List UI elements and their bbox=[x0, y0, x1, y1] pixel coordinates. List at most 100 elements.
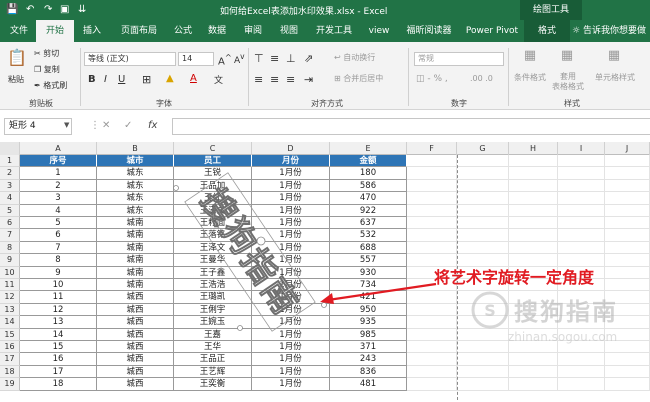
row-header[interactable]: 19 bbox=[0, 378, 20, 391]
font-size-select[interactable]: 14 bbox=[178, 52, 214, 66]
table-cell[interactable]: 1月份 bbox=[252, 167, 330, 180]
table-cell[interactable]: 557 bbox=[330, 254, 407, 267]
table-cell[interactable]: 9 bbox=[20, 266, 97, 279]
row-header[interactable]: 2 bbox=[0, 167, 20, 180]
align-bottom-icon[interactable]: ⊥ bbox=[286, 52, 296, 65]
cell[interactable] bbox=[558, 378, 605, 391]
table-cell[interactable]: 1月份 bbox=[252, 241, 330, 255]
column-header-c[interactable]: C bbox=[174, 142, 252, 155]
table-cell[interactable]: 14 bbox=[20, 328, 97, 341]
column-header-a[interactable]: A bbox=[20, 142, 97, 155]
formula-input[interactable] bbox=[172, 118, 650, 135]
table-cell[interactable]: 王泽文 bbox=[174, 204, 252, 217]
bold-button[interactable]: B bbox=[88, 74, 96, 85]
font-name-select[interactable]: 等线 (正文) bbox=[84, 52, 176, 66]
column-header-e[interactable]: E bbox=[330, 142, 407, 155]
cell[interactable] bbox=[457, 167, 509, 180]
row-header[interactable]: 8 bbox=[0, 241, 20, 255]
cell[interactable] bbox=[605, 204, 650, 217]
table-cell[interactable]: 城南 bbox=[97, 254, 174, 267]
table-cell[interactable]: 城西 bbox=[97, 353, 174, 366]
align-middle-icon[interactable]: ≡ bbox=[270, 52, 279, 65]
table-cell[interactable]: 688 bbox=[330, 241, 407, 255]
row-header[interactable]: 17 bbox=[0, 353, 20, 366]
table-cell[interactable]: 15 bbox=[20, 341, 97, 354]
tell-me-search[interactable]: ☼ 告诉我你想要做什 bbox=[572, 20, 650, 58]
cell[interactable] bbox=[457, 192, 509, 205]
wrap-text-button[interactable]: ↩ 自动换行 bbox=[334, 52, 375, 63]
phonetic-icon[interactable]: 文 bbox=[214, 73, 223, 86]
table-cell[interactable]: 6 bbox=[20, 229, 97, 242]
decimal-icons[interactable]: .00 .0 bbox=[470, 74, 493, 83]
table-cell[interactable]: 2 bbox=[20, 179, 97, 193]
number-format-select[interactable]: 常规 bbox=[414, 52, 504, 66]
table-cell[interactable]: 637 bbox=[330, 217, 407, 230]
table-cell[interactable]: 1 bbox=[20, 167, 97, 180]
table-cell[interactable]: 1月份 bbox=[252, 328, 330, 341]
merge-center-button[interactable]: ⊞ 合并后居中 bbox=[334, 73, 383, 84]
table-format-icon[interactable]: ▦ bbox=[554, 48, 580, 63]
table-cell[interactable]: 470 bbox=[330, 192, 407, 205]
underline-button[interactable]: U bbox=[118, 74, 125, 85]
table-cell[interactable]: 城南 bbox=[97, 229, 174, 242]
table-cell[interactable]: 城西 bbox=[97, 303, 174, 317]
row-header[interactable]: 7 bbox=[0, 229, 20, 242]
table-cell[interactable]: 3 bbox=[20, 192, 97, 205]
column-header-d[interactable]: D bbox=[252, 142, 330, 155]
tab-review[interactable]: 审阅 bbox=[238, 20, 268, 42]
table-cell[interactable]: 1月份 bbox=[252, 229, 330, 242]
cell[interactable] bbox=[605, 155, 650, 168]
cell[interactable] bbox=[407, 204, 457, 217]
row-header[interactable]: 14 bbox=[0, 316, 20, 329]
row-header[interactable]: 5 bbox=[0, 204, 20, 217]
table-header-cell[interactable]: 序号 bbox=[20, 155, 97, 168]
cell[interactable] bbox=[558, 204, 605, 217]
cell[interactable] bbox=[509, 241, 558, 255]
paste-icon[interactable]: 📋 bbox=[6, 48, 28, 67]
cell[interactable] bbox=[605, 192, 650, 205]
table-cell[interactable]: 8 bbox=[20, 254, 97, 267]
conditional-format-label[interactable]: 条件格式 bbox=[510, 72, 550, 83]
cell[interactable] bbox=[509, 217, 558, 230]
row-header[interactable]: 9 bbox=[0, 254, 20, 267]
cell[interactable] bbox=[407, 192, 457, 205]
tab-formulas[interactable]: 公式 bbox=[168, 20, 198, 42]
cell[interactable] bbox=[558, 192, 605, 205]
cell[interactable] bbox=[509, 365, 558, 379]
table-cell[interactable]: 1月份 bbox=[252, 204, 330, 217]
tab-insert[interactable]: 插入 bbox=[76, 20, 108, 42]
copy-button[interactable]: ❐ 复制 bbox=[34, 64, 60, 75]
save-icon[interactable]: 💾 bbox=[6, 3, 18, 17]
cell[interactable] bbox=[407, 365, 457, 379]
table-cell[interactable]: 王曼华 bbox=[174, 254, 252, 267]
table-cell[interactable]: 王红 bbox=[174, 192, 252, 205]
table-cell[interactable]: 1月份 bbox=[252, 179, 330, 193]
column-header-b[interactable]: B bbox=[97, 142, 174, 155]
table-cell[interactable]: 1月份 bbox=[252, 254, 330, 267]
italic-button[interactable]: I bbox=[104, 74, 107, 85]
cell[interactable] bbox=[457, 217, 509, 230]
cell[interactable] bbox=[509, 155, 558, 168]
tab-developer[interactable]: 开发工具 bbox=[308, 20, 360, 42]
table-cell[interactable]: 935 bbox=[330, 316, 407, 329]
table-cell[interactable]: 城南 bbox=[97, 241, 174, 255]
cell[interactable] bbox=[558, 365, 605, 379]
table-cell[interactable]: 180 bbox=[330, 167, 407, 180]
table-cell[interactable]: 王浩浩 bbox=[174, 279, 252, 292]
cell[interactable] bbox=[605, 179, 650, 193]
table-cell[interactable]: 城西 bbox=[97, 291, 174, 304]
align-left-icon[interactable]: ≡ bbox=[254, 73, 263, 86]
cell[interactable] bbox=[605, 241, 650, 255]
orientation-icon[interactable]: ⇗ bbox=[304, 52, 313, 65]
table-header-cell[interactable]: 城市 bbox=[97, 155, 174, 168]
table-cell[interactable]: 243 bbox=[330, 353, 407, 366]
name-box-dropdown-icon[interactable]: ▼ bbox=[64, 121, 69, 129]
table-cell[interactable]: 4 bbox=[20, 204, 97, 217]
align-right-icon[interactable]: ≡ bbox=[286, 73, 295, 86]
cell[interactable] bbox=[457, 155, 509, 168]
cell[interactable] bbox=[558, 179, 605, 193]
cell[interactable] bbox=[457, 229, 509, 242]
table-cell[interactable]: 836 bbox=[330, 365, 407, 379]
column-header-g[interactable]: G bbox=[457, 142, 509, 155]
cell[interactable] bbox=[509, 378, 558, 391]
